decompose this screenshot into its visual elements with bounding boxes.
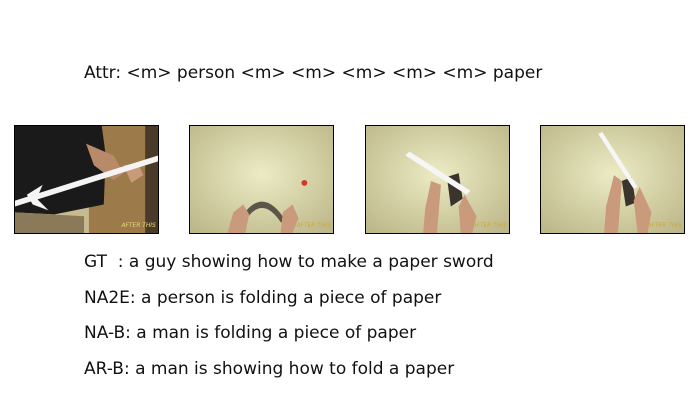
video-frame-3: AFTER THIS bbox=[365, 125, 510, 234]
caption-na2e: NA2E: a person is folding a piece of pap… bbox=[84, 288, 442, 308]
video-frame-1: AFTER THIS bbox=[14, 125, 159, 234]
caption-arb: AR-B: a man is showing how to fold a pap… bbox=[84, 359, 455, 379]
caption-nab: NA-B: a man is folding a piece of paper bbox=[84, 323, 417, 343]
attr-line: Attr: <m> person <m> <m> <m> <m> <m> pap… bbox=[84, 63, 543, 83]
watermark-text-2: AFTER THIS bbox=[296, 223, 332, 229]
video-frame-4: AFTER THIS bbox=[540, 125, 685, 234]
caption-gt: GT : a guy showing how to make a paper s… bbox=[84, 252, 494, 272]
video-frame-2: AFTER THIS bbox=[189, 125, 334, 234]
watermark-text-1: AFTER THIS bbox=[121, 223, 157, 229]
watermark-text-4: AFTER THIS bbox=[647, 223, 683, 229]
watermark-text-3: AFTER THIS bbox=[472, 223, 508, 229]
